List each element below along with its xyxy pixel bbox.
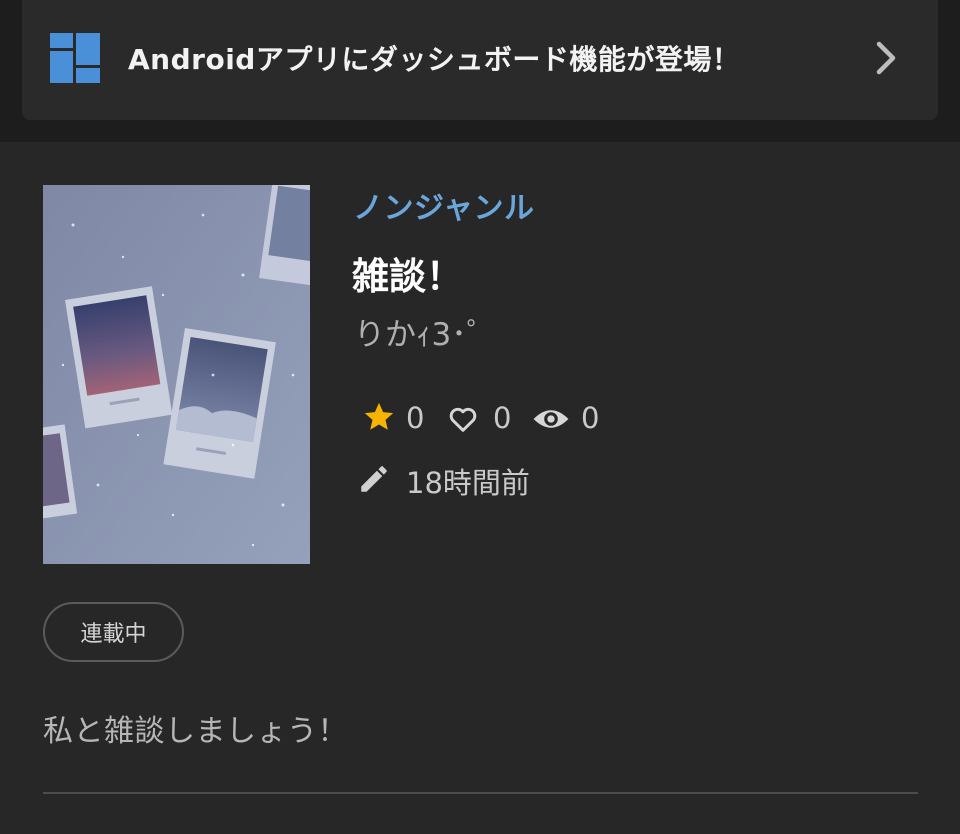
dashboard-icon [50,33,100,83]
star-icon [364,402,394,430]
pencil-icon [361,466,387,492]
star-count: 0 [406,401,425,435]
heart-icon [449,407,477,432]
genre-link[interactable]: ノンジャンル [353,183,535,227]
eye-icon [533,410,569,428]
banner-text[interactable]: Androidアプリにダッシュボード機能が登場！ [128,38,740,78]
updated-time: 18時間前 [406,466,530,500]
story-cover-image[interactable] [43,185,310,564]
story-title[interactable]: 雑談！ [352,246,463,300]
view-count: 0 [581,401,600,435]
divider [43,792,918,794]
status-badge: 連載中 [43,602,184,662]
story-description: 私と雑談しましょう！ [43,714,348,749]
like-count: 0 [493,401,512,435]
author-name[interactable]: りかｨ3･゜ [354,309,498,354]
chevron-right-icon[interactable] [872,40,902,76]
